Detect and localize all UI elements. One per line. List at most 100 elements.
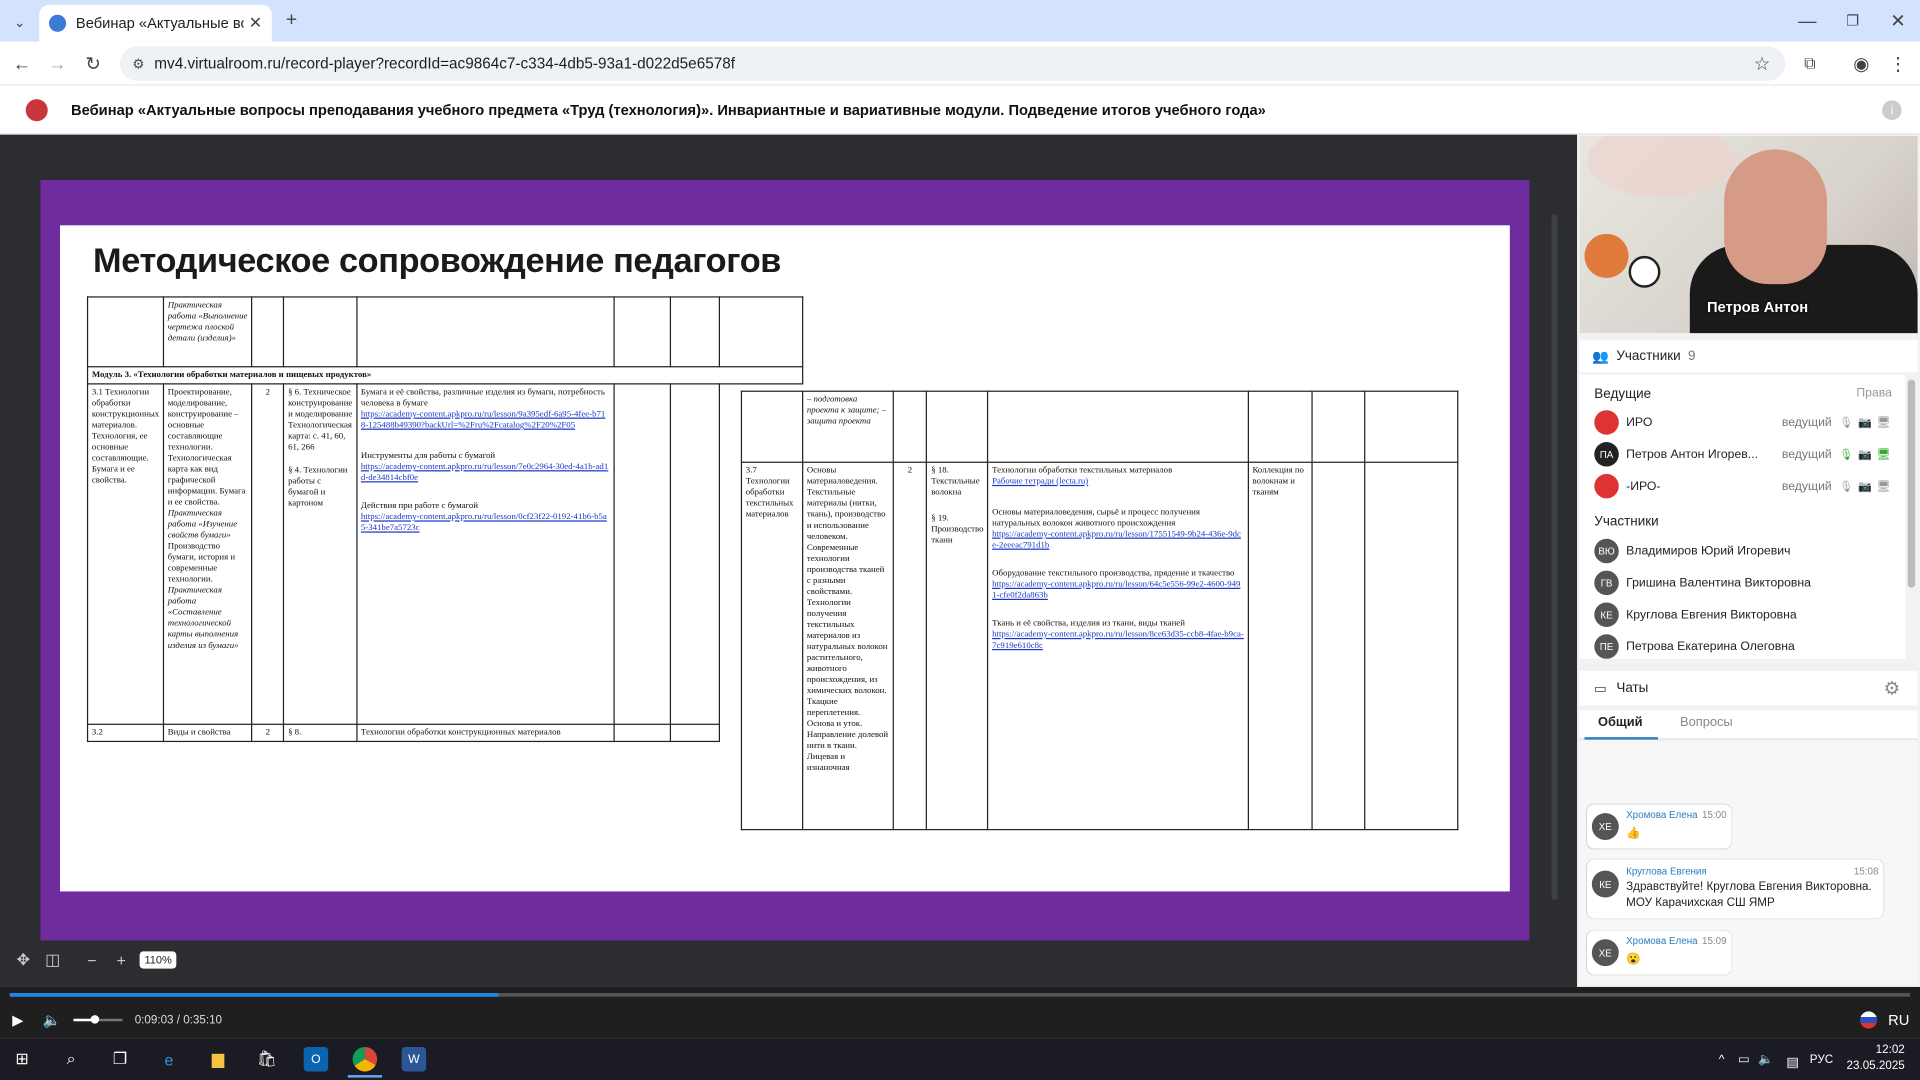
back-arrow-icon[interactable]: ← bbox=[10, 51, 34, 75]
bookmark-star-icon[interactable]: ☆ bbox=[1751, 53, 1773, 75]
table-cell: – подготовка проекта к защите; – защита … bbox=[801, 390, 894, 463]
table-cell bbox=[283, 296, 358, 368]
participant-row[interactable]: ПА Петров Антон Игорев... ведущий 🎙📷🖥 bbox=[1594, 441, 1895, 468]
task-view-icon[interactable]: ❐ bbox=[108, 1047, 132, 1071]
reload-icon[interactable]: ↻ bbox=[81, 51, 105, 75]
file-explorer-icon[interactable]: ▆ bbox=[206, 1047, 230, 1071]
pan-move-icon[interactable]: ✥ bbox=[12, 949, 34, 971]
media-status-icons[interactable]: 🎙📷🖥 bbox=[1839, 479, 1895, 492]
input-language[interactable]: РУС bbox=[1810, 1053, 1833, 1066]
lesson-link[interactable]: https://academy-content.apkpro.ru/ru/les… bbox=[992, 579, 1244, 601]
table-cell bbox=[740, 390, 804, 463]
taskbar-clock[interactable]: 12:02 23.05.2025 bbox=[1847, 1043, 1905, 1074]
chat-settings-gear-icon[interactable]: ⚙ bbox=[1881, 677, 1903, 699]
url-text: mv4.virtualroom.ru/record-player?recordI… bbox=[154, 55, 736, 73]
lesson-link[interactable]: https://academy-content.apkpro.ru/ru/les… bbox=[361, 512, 609, 534]
participant-row[interactable]: ИРО ведущий 🎙📷🖥 bbox=[1594, 409, 1895, 436]
chat-message: КЕ Круглова Евгения 15:08 Здравствуйте! … bbox=[1586, 859, 1884, 919]
message-time: 15:08 bbox=[1853, 865, 1879, 877]
edge-browser-icon[interactable]: e bbox=[157, 1047, 181, 1071]
minimize-icon[interactable]: — bbox=[1795, 9, 1819, 33]
media-status-icons[interactable]: 🎙📷🖥 bbox=[1839, 448, 1895, 461]
forward-arrow-icon[interactable]: → bbox=[45, 51, 69, 75]
playback-time: 0:09:03 / 0:35:10 bbox=[134, 1013, 223, 1028]
menu-dots-icon[interactable]: ⋮ bbox=[1886, 51, 1910, 75]
store-icon[interactable]: 🛍 bbox=[255, 1047, 279, 1071]
volume-handle[interactable] bbox=[90, 1015, 100, 1024]
network-icon[interactable]: ▭ bbox=[1731, 1047, 1755, 1071]
play-icon[interactable]: ▶ bbox=[12, 1011, 23, 1028]
cell-text: Производство бумаги, история и современн… bbox=[167, 541, 236, 585]
cell-text: Инструменты для работы с бумагой bbox=[360, 450, 496, 461]
message-time: 15:00 bbox=[1702, 809, 1727, 821]
table-cell bbox=[987, 390, 1249, 463]
active-app-indicator bbox=[347, 1075, 383, 1078]
tray-chevron-icon[interactable]: ^ bbox=[1709, 1047, 1733, 1071]
table-cell bbox=[612, 723, 672, 743]
volume-icon[interactable]: 🔈 bbox=[43, 1011, 61, 1028]
table-cell: 3.2 bbox=[86, 723, 165, 743]
tab-favicon-icon bbox=[48, 14, 67, 32]
search-icon[interactable]: ⌕ bbox=[59, 1047, 83, 1071]
table-cell bbox=[926, 390, 989, 463]
participants-header[interactable]: 👥 Участники 9 bbox=[1579, 340, 1918, 373]
cell-text: § 4. Технологии работы с бумагой и карто… bbox=[288, 465, 348, 509]
site-info-icon[interactable]: ⚙ bbox=[130, 54, 147, 74]
lesson-link[interactable]: https://academy-content.apkpro.ru/ru/les… bbox=[361, 462, 609, 484]
cell-text: Ткань и её свойства, изделия из ткани, в… bbox=[992, 618, 1185, 629]
zoom-out-button[interactable]: − bbox=[81, 949, 103, 971]
chat-tabs: Общий Вопросы bbox=[1579, 710, 1918, 740]
participant-row[interactable]: -ИРО- ведущий 🎙📷🖥 bbox=[1594, 473, 1895, 500]
language-label[interactable]: RU bbox=[1888, 1011, 1909, 1028]
outlook-icon[interactable]: O bbox=[303, 1046, 329, 1072]
profile-icon[interactable]: ◉ bbox=[1849, 51, 1873, 75]
word-icon[interactable]: W bbox=[401, 1046, 427, 1072]
avatar bbox=[1594, 473, 1619, 499]
participant-name: -ИРО- bbox=[1626, 479, 1661, 493]
new-tab-plus-icon[interactable]: + bbox=[279, 9, 303, 33]
table-cell: Практическая работа «Выполнение чертежа … bbox=[162, 296, 253, 368]
browser-tab[interactable]: Вебинар «Актуальные вопрос ✕ bbox=[39, 4, 272, 42]
address-bar[interactable]: ⚙ mv4.virtualroom.ru/record-player?recor… bbox=[120, 46, 1786, 81]
participant-row[interactable]: ПЕ Петрова Екатерина Олеговна bbox=[1594, 633, 1895, 660]
chat-header: ▭ Чаты ⚙ bbox=[1579, 671, 1918, 706]
tab-list-chevron-icon[interactable]: ⌄ bbox=[7, 10, 31, 34]
extensions-icon[interactable]: ⧉ bbox=[1798, 51, 1822, 75]
lesson-link[interactable]: Рабочие тетради (lecta.ru) bbox=[992, 476, 1244, 487]
cell-text: Технологии обработки текстильных материа… bbox=[992, 465, 1173, 476]
participant-name: ИРО bbox=[1626, 415, 1653, 430]
participant-row[interactable]: ГВ Гришина Валентина Викторовна bbox=[1594, 569, 1895, 596]
participant-row[interactable]: КЕ Круглова Евгения Викторовна bbox=[1594, 601, 1895, 628]
chat-message: ХЕ Хромова Елена 15:00 👍 bbox=[1586, 804, 1732, 849]
tab-close-icon[interactable]: ✕ bbox=[249, 13, 262, 33]
table-cell bbox=[612, 296, 672, 368]
avatar: ПЕ bbox=[1594, 634, 1619, 659]
fit-page-icon[interactable]: ◫ bbox=[42, 949, 64, 971]
tab-questions[interactable]: Вопросы bbox=[1680, 715, 1733, 730]
speaker-tray-icon[interactable]: 🔈 bbox=[1753, 1047, 1777, 1071]
zoom-level[interactable]: 110% bbox=[139, 951, 177, 969]
zoom-controls: ✥ ◫ − + 110% bbox=[12, 949, 177, 971]
window-close-icon[interactable]: ✕ bbox=[1886, 9, 1910, 33]
zoom-in-button[interactable]: + bbox=[110, 949, 132, 971]
tab-general[interactable]: Общий bbox=[1598, 715, 1643, 730]
participant-name: Круглова Евгения Викторовна bbox=[1626, 607, 1797, 622]
chrome-icon[interactable] bbox=[352, 1046, 378, 1072]
media-status-icons[interactable]: 🎙📷🖥 bbox=[1839, 416, 1895, 429]
lesson-link[interactable]: https://academy-content.apkpro.ru/ru/les… bbox=[992, 629, 1244, 651]
viewer-scrollbar[interactable] bbox=[1551, 214, 1558, 901]
webinar-title: Вебинар «Актуальные вопросы преподавания… bbox=[71, 101, 1266, 119]
lesson-link[interactable]: https://academy-content.apkpro.ru/ru/les… bbox=[992, 529, 1244, 551]
lesson-link[interactable]: https://academy-content.apkpro.ru/ru/les… bbox=[361, 409, 609, 431]
windows-start-icon[interactable]: ⊞ bbox=[10, 1047, 34, 1071]
restore-icon[interactable]: ❐ bbox=[1840, 9, 1864, 33]
cell-text: Основы материаловедения, сырьё и процесс… bbox=[992, 506, 1200, 528]
participants-scrollbar[interactable] bbox=[1907, 379, 1916, 588]
participant-row[interactable]: ВЮ Владимиров Юрий Игоревич bbox=[1594, 538, 1895, 565]
info-icon[interactable]: i bbox=[1882, 100, 1902, 121]
notifications-icon[interactable]: ▤ bbox=[1780, 1049, 1804, 1073]
avatar: ПА bbox=[1594, 442, 1619, 467]
table-cell: Технологии обработки текстильных материа… bbox=[987, 461, 1249, 831]
table-cell bbox=[612, 383, 672, 725]
chat-icon: ▭ bbox=[1594, 681, 1607, 697]
